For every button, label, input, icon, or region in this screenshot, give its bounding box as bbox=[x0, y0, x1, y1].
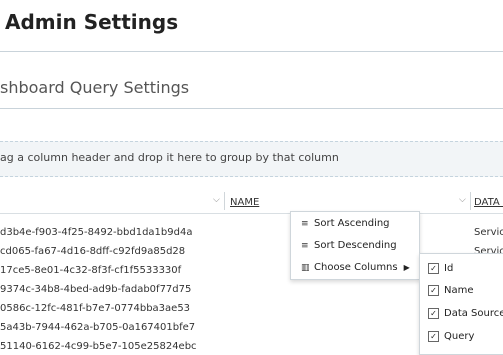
row-id-cell: 51140-6162-4c99-b5e7-105e25824ebc bbox=[0, 341, 197, 352]
columns-icon: ▥ bbox=[301, 262, 310, 273]
row-id-cell: 17ce5-8e01-4c32-8f3f-cf1f5533330f bbox=[0, 265, 182, 276]
checkbox[interactable]: ✓ bbox=[428, 285, 439, 296]
title-divider bbox=[0, 51, 503, 52]
column-toggle-id[interactable]: ✓ Id bbox=[428, 263, 453, 274]
column-header-data-source[interactable]: DATA S bbox=[474, 197, 503, 208]
column-menu: ≡ Sort Ascending ≡ Sort Descending ▥ Cho… bbox=[290, 211, 420, 280]
section-title: shboard Query Settings bbox=[0, 78, 190, 97]
row-id-cell: cd065-fa67-4d16-8dff-c92fd9a85d28 bbox=[0, 246, 186, 257]
column-toggle-label: Name bbox=[444, 285, 474, 296]
checkbox[interactable]: ✓ bbox=[428, 331, 439, 342]
sort-ascending-item[interactable]: ≡ Sort Ascending bbox=[301, 218, 390, 229]
choose-columns-label: Choose Columns bbox=[314, 262, 398, 273]
column-toggle-query[interactable]: ✓ Query bbox=[428, 331, 474, 342]
row-id-cell: 5a43b-7944-462a-b705-0a167401bfe7 bbox=[0, 322, 196, 333]
sort-ascending-label: Sort Ascending bbox=[314, 218, 390, 229]
column-toggle-label: Data Source bbox=[444, 308, 503, 319]
group-panel-hint: ag a column header and drop it here to g… bbox=[0, 151, 339, 164]
column-toggle-label: Id bbox=[444, 263, 454, 274]
row-id-cell: 9374c-34b8-4bed-ad9b-fadab0f77d75 bbox=[0, 284, 192, 295]
column-header-name[interactable]: NAME bbox=[230, 197, 259, 208]
choose-columns-item[interactable]: ▥ Choose Columns ▶ bbox=[301, 262, 410, 273]
columns-submenu: ✓ Id ✓ Name ✓ Data Source ✓ Query bbox=[419, 253, 503, 355]
checkbox[interactable]: ✓ bbox=[428, 263, 439, 274]
row-data-source-cell: Service bbox=[474, 227, 503, 238]
sort-ascending-icon: ≡ bbox=[301, 218, 309, 229]
column-separator[interactable] bbox=[470, 192, 471, 210]
column-toggle-name[interactable]: ✓ Name bbox=[428, 285, 474, 296]
chevron-down-icon[interactable]: ⌵ bbox=[459, 195, 466, 205]
row-id-cell: 0586c-12fc-481f-b7e7-0774bba3ae53 bbox=[0, 303, 191, 314]
checkbox[interactable]: ✓ bbox=[428, 308, 439, 319]
chevron-down-icon[interactable]: ⌵ bbox=[213, 195, 220, 205]
page-title: Admin Settings bbox=[5, 10, 179, 34]
sort-descending-label: Sort Descending bbox=[314, 240, 397, 251]
chevron-right-icon: ▶ bbox=[403, 263, 410, 272]
sort-descending-icon: ≡ bbox=[301, 240, 309, 251]
column-toggle-data-source[interactable]: ✓ Data Source bbox=[428, 308, 503, 319]
row-id-cell: d3b4e-f903-4f25-8492-bbd1da1b9d4a bbox=[0, 227, 193, 238]
column-separator[interactable] bbox=[224, 192, 225, 210]
section-divider bbox=[0, 108, 503, 109]
sort-descending-item[interactable]: ≡ Sort Descending bbox=[301, 240, 397, 251]
column-toggle-label: Query bbox=[444, 331, 475, 342]
